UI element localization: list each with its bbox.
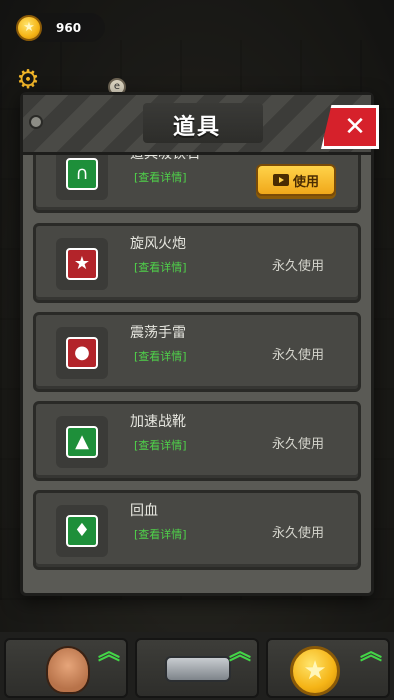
coin-counter: ★ 960 (14, 13, 105, 42)
blood-drop-icon: ♦ (66, 515, 98, 547)
modal-header: 道具 ✕ (23, 95, 379, 155)
item-status: 永久使用 (271, 259, 324, 274)
view-details-link[interactable]: [查看详情] (134, 437, 187, 453)
shield-star-icon: ★ (66, 248, 98, 280)
item-status: 永久使用 (271, 348, 324, 363)
item-name: 加速战靴 (130, 414, 186, 430)
upgrade-arrows-icon: ︽ (359, 640, 382, 665)
revolver-icon (165, 656, 231, 682)
character-slot[interactable]: ︽ (4, 638, 128, 698)
bottom-bar: ︽ ︽ ★ ︽ (0, 632, 394, 700)
upgrade-arrows-icon: ︽ (228, 640, 251, 665)
item-icon-frame: ♦ (56, 505, 108, 557)
list-item: ▲ 加速战靴 [查看详情] 永久使用 (33, 401, 361, 481)
use-button-label: 使用 (292, 174, 319, 190)
gear-icon[interactable]: ⚙ (14, 66, 42, 94)
item-status: 永久使用 (271, 437, 324, 452)
list-item: ★ 旋风火炮 [查看详情] 永久使用 (33, 223, 361, 303)
item-name: 回血 (130, 503, 158, 519)
star-coin-icon: ★ (290, 646, 340, 696)
boot-icon: ▲ (66, 426, 98, 458)
view-details-link[interactable]: [查看详情] (134, 169, 187, 185)
list-item: ∩ 道具吸铁石 [查看详情] 使用 (33, 155, 361, 213)
list-item: ● 震荡手雷 [查看详情] 永久使用 (33, 312, 361, 392)
item-icon-frame: ★ (56, 238, 108, 290)
item-list[interactable]: ∩ 道具吸铁石 [查看详情] 使用 ★ 旋风火炮 [查看详情] 永久使用 ● 震… (33, 155, 361, 577)
view-details-link[interactable]: [查看详情] (134, 348, 187, 364)
item-name: 旋风火炮 (130, 236, 186, 252)
upgrade-arrows-icon: ︽ (97, 640, 120, 665)
video-icon (272, 174, 289, 186)
character-portrait-icon (46, 646, 90, 694)
item-name: 震荡手雷 (130, 325, 186, 341)
weapon-slot[interactable]: ︽ (135, 638, 259, 698)
use-button[interactable]: 使用 (256, 164, 336, 196)
magnet-icon: ∩ (66, 158, 98, 190)
coin-slot[interactable]: ★ ︽ (266, 638, 390, 698)
item-status: 永久使用 (271, 526, 324, 541)
grenade-icon: ● (66, 337, 98, 369)
view-details-link[interactable]: [查看详情] (134, 259, 187, 275)
coin-value: 960 (56, 20, 82, 35)
item-icon-frame: ● (56, 327, 108, 379)
items-modal: 道具 ✕ ∩ 道具吸铁石 [查看详情] 使用 ★ 旋风火炮 [查看详情] 永久使… (20, 92, 379, 596)
modal-title: 道具 (172, 115, 221, 140)
item-name: 道具吸铁石 (130, 155, 200, 163)
star-coin-icon: ★ (16, 14, 42, 41)
item-icon-frame: ▲ (56, 416, 108, 468)
close-icon: ✕ (344, 112, 366, 142)
list-item: ♦ 回血 [查看详情] 永久使用 (33, 490, 361, 570)
view-details-link[interactable]: [查看详情] (134, 526, 187, 542)
item-icon-frame: ∩ (56, 155, 108, 200)
